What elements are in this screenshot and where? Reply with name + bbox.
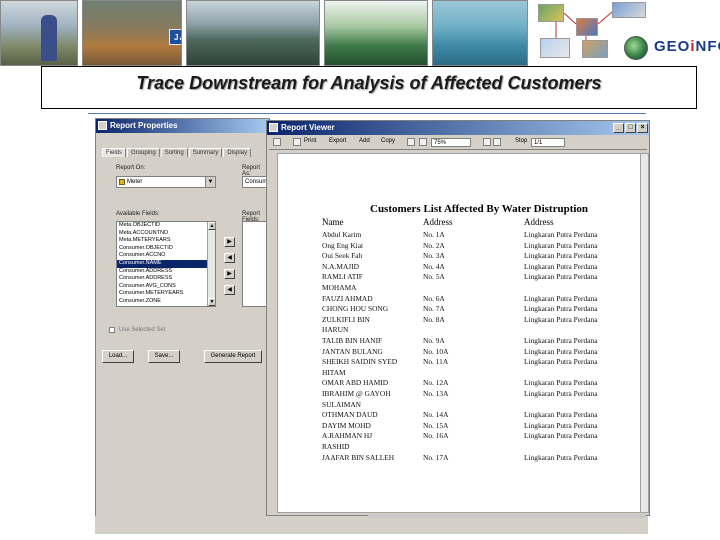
field-item[interactable]: Meta.METERYEARS xyxy=(117,237,215,245)
viewer-shadow xyxy=(368,514,646,518)
slide-title: Trace Downstream for Analysis of Affecte… xyxy=(136,73,602,93)
field-item[interactable]: Consumer.ADDRESS xyxy=(117,268,215,276)
window-bottom-area xyxy=(95,516,648,534)
scroll-down-icon[interactable]: ▼ xyxy=(208,298,215,306)
report-properties-titlebar[interactable]: Report Properties xyxy=(96,119,269,133)
available-fields-scrollbar[interactable]: ▲ ▼ xyxy=(207,222,215,306)
header-banner: JALAN 34/8 GEOiNFO xyxy=(0,0,720,66)
tab-sorting[interactable]: Sorting xyxy=(160,148,188,157)
first-page-icon[interactable] xyxy=(483,138,491,146)
report-on-value: Meter xyxy=(127,179,143,185)
prev-page-icon[interactable] xyxy=(493,138,501,146)
zoom-select[interactable]: 75% xyxy=(431,138,471,147)
tab-display[interactable]: Display xyxy=(223,148,252,157)
add-field-button[interactable]: ▶ xyxy=(224,237,235,247)
photo-street-sign: JALAN 34/8 xyxy=(82,0,182,66)
report-properties-title: Report Properties xyxy=(110,121,178,130)
report-on-label: Report On: xyxy=(116,165,146,171)
page-number-value: 1/1 xyxy=(534,140,543,146)
worker-figure xyxy=(41,15,57,61)
field-item[interactable]: Consumer.AVG_CONS xyxy=(117,283,215,291)
print-button[interactable]: Print xyxy=(304,138,316,144)
page-number-field[interactable]: 1/1 xyxy=(531,138,565,147)
field-item[interactable]: Meta.ACCOUNTNO xyxy=(117,230,215,238)
available-fields-label: Available Fields: xyxy=(116,211,160,217)
field-item[interactable]: Meta.OBJECTID xyxy=(117,222,215,230)
remove-all-button[interactable]: ◀ xyxy=(224,285,235,295)
available-fields-list[interactable]: Meta.OBJECTID Meta.ACCOUNTNO Meta.METERY… xyxy=(116,221,216,307)
window-icon xyxy=(98,121,107,130)
street-sign: JALAN 34/8 xyxy=(169,29,181,45)
photo-field-workers xyxy=(0,0,78,66)
load-button[interactable]: Load... xyxy=(102,350,134,363)
scroll-up-icon[interactable]: ▲ xyxy=(208,222,215,230)
layer-icon xyxy=(119,179,125,185)
chevron-down-icon: ▼ xyxy=(205,177,215,187)
slide-title-box: Trace Downstream for Analysis of Affecte… xyxy=(41,66,697,109)
globe-icon xyxy=(624,36,648,60)
use-selected-checkbox[interactable] xyxy=(109,327,115,333)
report-properties-window: Report Properties Fields Grouping Sorting S… xyxy=(95,118,273,534)
field-item[interactable]: Consumer.OBJECTID xyxy=(117,245,215,253)
zoom-value: 75% xyxy=(434,140,447,146)
zoom-in-icon[interactable] xyxy=(407,138,415,146)
logo-part-geo: GEO xyxy=(654,38,691,55)
tab-fields[interactable]: Fields xyxy=(102,148,127,157)
title-underline xyxy=(88,113,646,114)
report-scrollbar[interactable] xyxy=(640,154,648,512)
window-icon xyxy=(269,123,278,132)
export-button[interactable]: Export xyxy=(329,138,346,144)
maximize-button[interactable]: □ xyxy=(625,123,636,133)
field-item-selected[interactable]: Consumer.NAME xyxy=(117,259,215,268)
minimize-button[interactable]: _ xyxy=(613,123,624,133)
remove-field-button[interactable]: ◀ xyxy=(224,253,235,263)
photo-pipes xyxy=(186,0,320,66)
close-button[interactable]: × xyxy=(637,123,648,133)
field-item[interactable]: Consumer.METERYEARS xyxy=(117,290,215,298)
add-all-button[interactable]: ▶ xyxy=(224,269,235,279)
photo-waterfall xyxy=(324,0,428,66)
field-item[interactable]: Consumer.ZONE xyxy=(117,298,215,306)
report-viewer-title: Report Viewer xyxy=(281,123,335,132)
stop-button[interactable]: Stop xyxy=(515,138,527,144)
geoinfo-logo: GEOiNFO xyxy=(654,38,720,55)
tab-grouping[interactable]: Grouping xyxy=(127,148,160,157)
network-diagram: GEOiNFO xyxy=(536,0,720,66)
properties-tabs: Fields Grouping Sorting Summary Display xyxy=(102,141,252,157)
report-viewer-window: Report Viewer _ □ × Print Export Add Cop… xyxy=(266,120,650,516)
page-icon[interactable] xyxy=(273,138,281,146)
photo-reservoir xyxy=(432,0,528,66)
logo-part-nfo: NFO xyxy=(695,38,720,55)
report-viewer-toolbar: Print Export Add Copy 75% Stop 1/1 xyxy=(269,136,647,150)
field-item[interactable]: Consumer.ADDRESS xyxy=(117,275,215,283)
zoom-out-icon[interactable] xyxy=(419,138,427,146)
generate-report-button[interactable]: Generate Report xyxy=(204,350,262,363)
add-button[interactable]: Add xyxy=(359,138,370,144)
report-page xyxy=(277,153,649,513)
tab-summary[interactable]: Summary xyxy=(188,148,223,157)
save-button[interactable]: Save... xyxy=(148,350,180,363)
printer-icon[interactable] xyxy=(293,138,301,146)
street-sign-text: JALAN 34/8 xyxy=(174,33,181,42)
copy-button[interactable]: Copy xyxy=(381,138,395,144)
report-viewer-titlebar[interactable]: Report Viewer _ □ × xyxy=(267,121,649,135)
field-item[interactable]: Consumer.ACCNO xyxy=(117,252,215,260)
report-on-select[interactable]: Meter ▼ xyxy=(116,176,216,188)
use-selected-label: Use Selected Set xyxy=(119,327,166,333)
